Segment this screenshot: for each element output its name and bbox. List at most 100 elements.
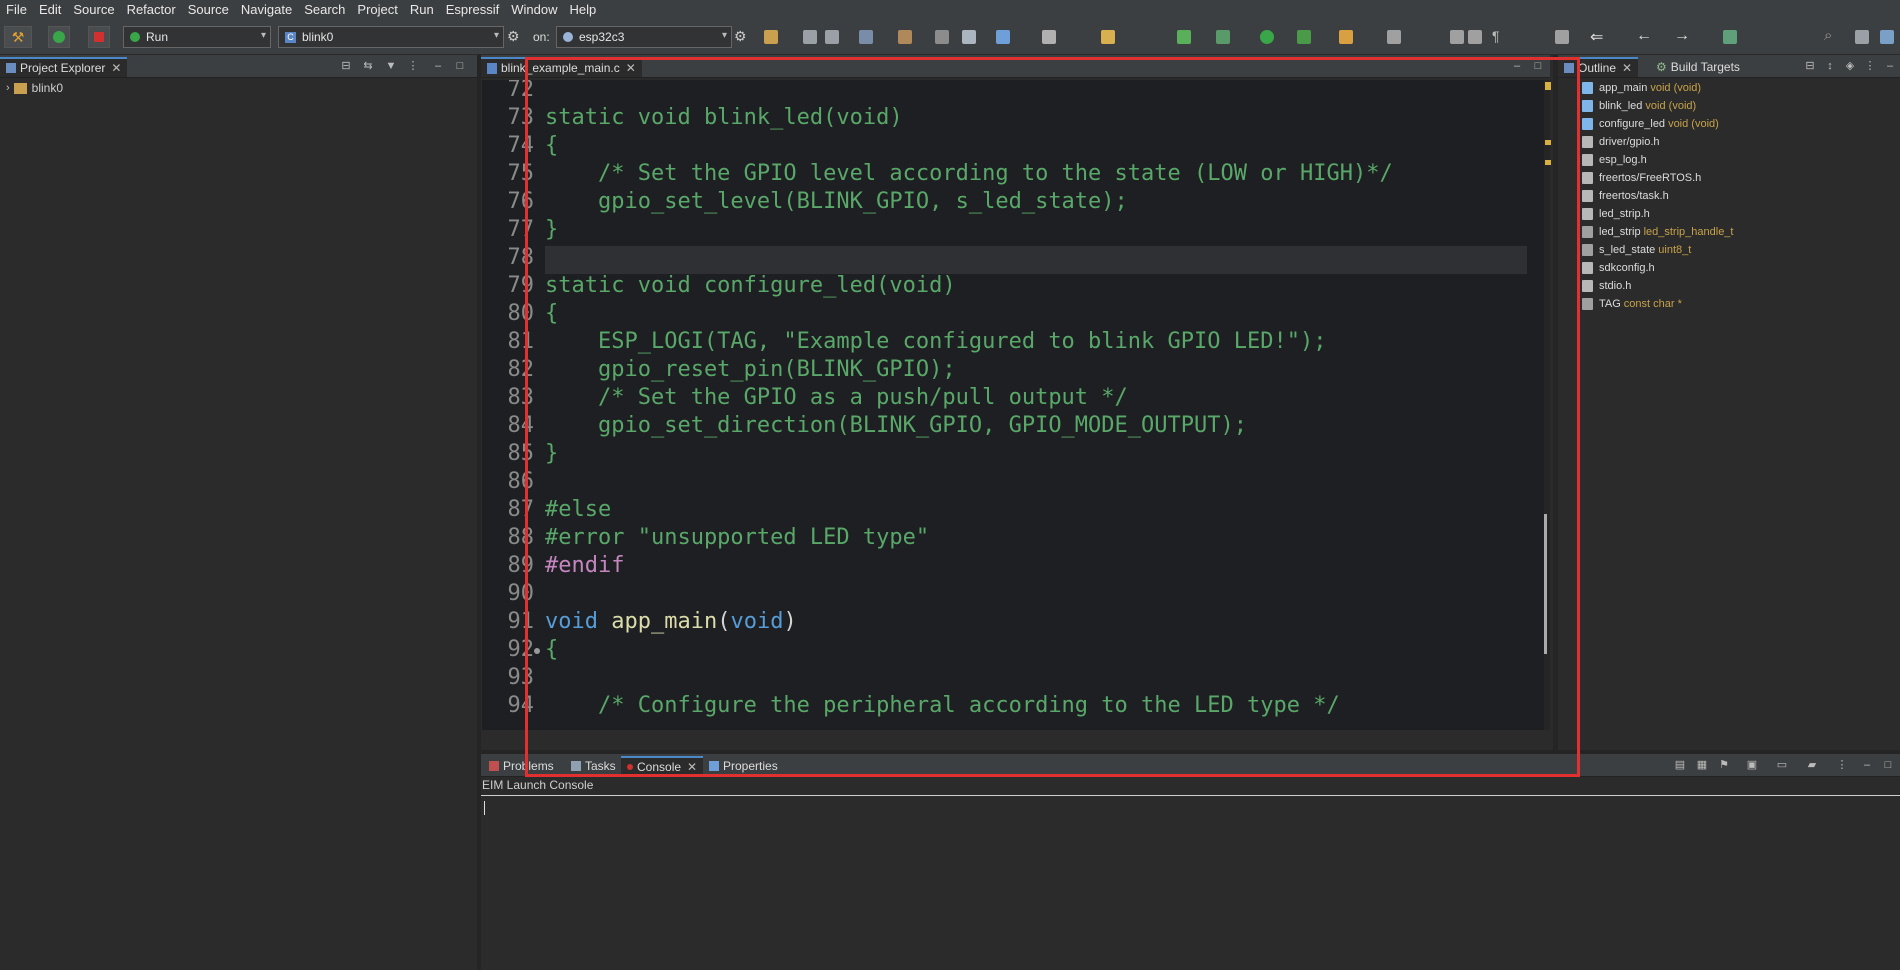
debug-config-icon[interactable] [859,30,873,44]
perspective-icon[interactable] [1723,30,1737,44]
open-console-icon[interactable]: ▰ [1806,759,1818,771]
menu-navigate[interactable]: Navigate [235,0,298,20]
view-menu-icon[interactable]: ⋮ [1864,60,1876,72]
code-line[interactable]: 87 #else [482,496,1544,524]
outline-item[interactable]: app_main void (void) [1582,79,1701,97]
refresh-icon[interactable] [1042,30,1056,44]
code-line[interactable]: 91 void app_main(void) [482,608,1544,636]
menu-source-2[interactable]: Source [182,0,235,20]
save-icon[interactable] [803,30,817,44]
tab-tasks[interactable]: Tasks [565,756,622,776]
close-icon[interactable]: ✕ [687,760,697,774]
menu-refactor[interactable]: Refactor [121,0,182,20]
gear-icon[interactable]: ⚙ [734,28,747,45]
launch-target-select[interactable]: esp32c3 ▾ [556,26,732,48]
tab-console[interactable]: Console ✕ [621,756,704,776]
close-icon[interactable]: ✕ [626,61,636,75]
folder-icon[interactable] [1101,30,1115,44]
minimize-icon[interactable]: – [432,60,444,72]
code-line[interactable]: 92 { [482,636,1544,664]
outline-item[interactable]: TAG const char * [1582,295,1682,313]
filter-icon[interactable]: ▼ [385,60,397,72]
code-line[interactable]: 85} [482,440,1544,468]
maximize-icon[interactable]: □ [454,60,466,72]
console-icon[interactable] [996,30,1010,44]
code-line[interactable]: 81 ESP_LOGI(TAG, "Example configured to … [482,328,1544,356]
gear-icon[interactable]: ⚙ [507,28,520,45]
debug-icon[interactable] [1216,30,1230,44]
close-icon[interactable]: ✕ [111,61,121,75]
build-button[interactable]: ⚒ [4,26,32,48]
close-icon[interactable]: ✕ [1622,61,1632,75]
clear-console-icon[interactable]: ▤ [1674,759,1686,771]
code-line[interactable]: 82 gpio_reset_pin(BLINK_GPIO); [482,356,1544,384]
fold-marker-icon[interactable] [534,648,540,654]
console-output[interactable] [481,797,1900,970]
search-icon[interactable]: ⌕ [1824,27,1832,44]
menu-file[interactable]: File [0,0,33,20]
display-console-icon[interactable]: ▣ [1746,759,1758,771]
terminal-icon[interactable] [935,30,949,44]
minimize-icon[interactable]: – [1511,60,1523,72]
view-menu-icon[interactable]: ⋮ [407,60,419,72]
code-line[interactable]: 86 [482,468,1544,496]
tab-build-targets[interactable]: ⚙ Build Targets [1650,57,1746,77]
new-icon[interactable] [764,30,778,44]
maximize-icon[interactable]: □ [1532,60,1544,72]
toggle-mark-icon[interactable] [1387,30,1401,44]
code-editor[interactable]: 72 73 static void blink_led(void) 74 {75 /* … [482,80,1544,730]
warning-marker[interactable] [1545,82,1551,90]
outline-item[interactable]: led_strip.h [1582,205,1650,223]
tab-blink-example-main[interactable]: blink_example_main.c ✕ [481,57,642,77]
whitespace-icon[interactable] [1468,30,1482,44]
external-tools-icon[interactable] [1297,30,1311,44]
pilcrow-icon[interactable]: ¶ [1492,28,1500,44]
code-line[interactable]: 72 [482,80,1544,104]
link-editor-icon[interactable]: ⇆ [362,60,374,72]
back-icon[interactable]: ⇐ [1590,27,1603,47]
outline-item[interactable]: freertos/task.h [1582,187,1669,205]
code-line[interactable]: 94 /* Configure the peripheral according… [482,692,1544,720]
pin-console-icon[interactable]: ⚑ [1718,759,1730,771]
code-line[interactable]: 84 gpio_set_direction(BLINK_GPIO, GPIO_M… [482,412,1544,440]
code-line[interactable]: 80 { [482,300,1544,328]
menu-source[interactable]: Source [67,0,120,20]
outline-item[interactable]: blink_led void (void) [1582,97,1696,115]
components-icon[interactable] [1177,30,1191,44]
menu-window[interactable]: Window [505,0,563,20]
code-line[interactable]: 74 { [482,132,1544,160]
outline-item[interactable]: led_strip led_strip_handle_t [1582,223,1733,241]
arrow-right-icon[interactable]: → [1674,27,1690,45]
outline-item[interactable]: sdkconfig.h [1582,259,1655,277]
view-menu-icon[interactable]: ⋮ [1836,759,1848,771]
outline-item[interactable]: s_led_state uint8_t [1582,241,1691,259]
launch-button[interactable] [48,26,70,48]
undo-icon[interactable] [962,30,976,44]
launch-config-select[interactable]: C blink0 ▾ [278,26,504,48]
minimize-icon[interactable]: – [1884,60,1896,72]
code-line[interactable]: 73 static void blink_led(void) [482,104,1544,132]
outline-item[interactable]: driver/gpio.h [1582,133,1660,151]
menu-edit[interactable]: Edit [33,0,67,20]
code-line[interactable]: 75 /* Set the GPIO level according to th… [482,160,1544,188]
arrow-left-icon[interactable]: ← [1636,27,1652,45]
block-selection-icon[interactable] [1450,30,1464,44]
build-target-icon[interactable] [898,30,912,44]
tab-problems[interactable]: Problems [483,756,560,776]
tab-properties[interactable]: Properties [703,756,784,776]
minimize-icon[interactable]: – [1861,759,1873,771]
code-line[interactable]: 88 #error "unsupported LED type" [482,524,1544,552]
code-line[interactable]: 78 [482,244,1544,272]
menu-help[interactable]: Help [563,0,602,20]
code-line[interactable]: 83 /* Set the GPIO as a push/pull output… [482,384,1544,412]
next-annotation-icon[interactable] [1555,30,1569,44]
tab-outline[interactable]: Outline ✕ [1558,57,1639,77]
outline-item[interactable]: configure_led void (void) [1582,115,1719,133]
hide-fields-icon[interactable]: ◈ [1844,60,1856,72]
stop-button[interactable] [88,26,110,48]
code-line[interactable]: 93 [482,664,1544,692]
menu-search[interactable]: Search [298,0,351,20]
outline-item[interactable]: freertos/FreeRTOS.h [1582,169,1701,187]
code-line[interactable]: 90 [482,580,1544,608]
sort-icon[interactable]: ↕ [1824,60,1836,72]
